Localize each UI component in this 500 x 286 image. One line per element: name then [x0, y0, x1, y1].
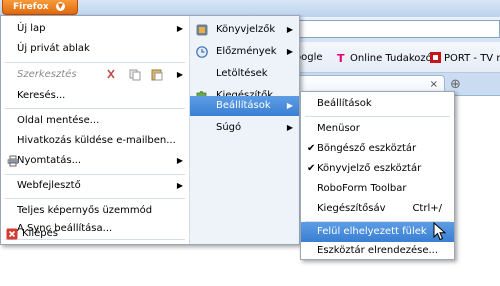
menu-item-label: Súgó — [216, 122, 242, 133]
menu-item-label: Könyvjelző eszköztár — [317, 163, 422, 174]
menu-item-email-link[interactable]: Hivatkozás küldése e-mailben... — [1, 131, 189, 151]
shortcut-label: Ctrl+/ — [412, 203, 442, 214]
menu-item-label: Letöltések — [216, 68, 268, 79]
bookmark-item[interactable]: PORT - TV mű — [430, 52, 500, 64]
checkmark-icon: ✔ — [307, 163, 316, 174]
menu-item-history[interactable]: Előzmények ▶ — [190, 42, 299, 62]
menu-item-label: Böngésző eszköztár — [317, 143, 417, 154]
submenu-item-menu-bar[interactable]: Menüsor — [301, 119, 454, 139]
submenu-item-add-on-bar[interactable]: Kiegészítősáv Ctrl+/ — [301, 199, 454, 219]
menu-item-label: Kilépés — [22, 228, 58, 239]
menu-item-label: Felül elhelyezett fülek — [317, 226, 427, 237]
main-menu-right-column: Könyvjelzők ▶ Előzmények ▶ Letöltések Ki… — [189, 16, 299, 244]
history-clock-icon — [196, 46, 208, 58]
menu-item-label: Eszköztár elrendezése... — [317, 245, 439, 256]
options-submenu: Beállítások Menüsor ✔ Böngésző eszköztár… — [300, 91, 455, 260]
chevron-down-icon: ▼ — [55, 2, 65, 11]
menu-item-help[interactable]: Súgó ▶ — [190, 118, 299, 138]
menu-item-print[interactable]: Nyomtatás... ▶ — [1, 151, 189, 171]
menu-item-label: Szerkesztés — [17, 69, 77, 80]
port-icon — [430, 52, 441, 63]
submenu-item-navigation-toolbar[interactable]: ✔ Böngésző eszköztár — [301, 139, 454, 159]
bookmarks-icon — [196, 24, 208, 36]
menu-item-label: Kiegészítősáv — [317, 203, 386, 214]
menu-item-bookmarks[interactable]: Könyvjelzők ▶ — [190, 20, 299, 40]
firefox-button-label: Firefox — [13, 2, 49, 12]
close-icon[interactable]: × — [430, 79, 438, 90]
copy-icon — [129, 69, 141, 81]
svg-text:T: T — [337, 52, 345, 63]
menu-item-label: Előzmények — [216, 46, 277, 57]
menu-item-label: Webfejlesztő — [17, 180, 81, 191]
menu-item-label: Nyomtatás... — [17, 155, 82, 166]
menu-item-label: Új lap — [17, 23, 46, 34]
menu-item-label: Menüsor — [317, 123, 360, 134]
submenu-arrow-icon: ▶ — [286, 123, 293, 132]
submenu-arrow-icon: ▶ — [286, 25, 293, 34]
menu-item-save-page[interactable]: Oldal mentése... — [1, 111, 189, 131]
menu-item-new-private-window[interactable]: Új privát ablak — [1, 39, 189, 59]
menu-separator — [305, 116, 450, 117]
menu-separator — [5, 174, 185, 175]
firefox-main-menu: Új lap ▶ Új privát ablak Szerkesztés ▶ K… — [0, 15, 300, 245]
printer-icon — [7, 155, 19, 167]
submenu-item-customize-toolbar[interactable]: Eszköztár elrendezése... — [301, 241, 454, 261]
bookmark-label: PORT - TV mű — [444, 53, 500, 64]
submenu-item-bookmarks-toolbar[interactable]: ✔ Könyvjelző eszköztár — [301, 159, 454, 179]
menu-item-label: Új privát ablak — [17, 43, 90, 54]
exit-icon — [6, 228, 18, 240]
submenu-arrow-icon: ▶ — [176, 24, 183, 33]
menu-item-full-screen[interactable]: Teljes képernyős üzemmód — [1, 201, 189, 221]
menu-item-label: Beállítások — [216, 100, 271, 111]
main-menu-left-column: Új lap ▶ Új privát ablak Szerkesztés ▶ K… — [1, 16, 189, 244]
submenu-item-tabs-on-top[interactable]: Felül elhelyezett fülek — [301, 222, 454, 242]
menu-separator — [5, 62, 185, 63]
menu-item-label: Könyvjelzők — [216, 24, 276, 35]
submenu-item-roboform-toolbar[interactable]: RoboForm Toolbar — [301, 179, 454, 199]
menu-item-exit[interactable]: Kilépés — [0, 224, 188, 244]
submenu-arrow-icon: ▶ — [286, 47, 293, 56]
t-mobile-icon: T — [337, 52, 345, 63]
menu-separator — [5, 108, 185, 109]
menu-item-downloads[interactable]: Letöltések — [190, 64, 299, 84]
mouse-pointer-icon — [433, 222, 447, 241]
menu-item-options[interactable]: Beállítások ▶ — [190, 96, 299, 116]
firefox-menu-button[interactable]: Firefox ▼ — [2, 0, 78, 15]
menu-item-label: RoboForm Toolbar — [317, 183, 407, 194]
submenu-item-options[interactable]: Beállítások — [301, 94, 454, 114]
bookmark-label: Online Tudakozó — [350, 53, 432, 64]
menu-item-label: Hivatkozás küldése e-mailben... — [17, 135, 176, 146]
menu-item-label: Beállítások — [317, 98, 372, 109]
menu-separator — [5, 198, 185, 199]
menu-item-find[interactable]: Keresés... — [1, 86, 189, 106]
checkmark-icon: ✔ — [307, 143, 316, 154]
bookmark-item[interactable]: T Online Tudakozó — [336, 52, 432, 64]
submenu-arrow-icon: ▶ — [176, 70, 183, 79]
menu-item-edit: Szerkesztés ▶ — [1, 65, 189, 85]
new-tab-button[interactable]: ⊕ — [450, 77, 461, 92]
menu-item-label: Oldal mentése... — [17, 115, 100, 126]
paste-icon — [151, 69, 163, 81]
menu-item-label: Teljes képernyős üzemmód — [17, 205, 153, 216]
menu-item-label: Keresés... — [17, 90, 66, 101]
submenu-arrow-icon: ▶ — [176, 181, 183, 190]
menu-item-new-tab[interactable]: Új lap ▶ — [1, 19, 189, 39]
submenu-arrow-icon: ▶ — [286, 101, 293, 110]
menu-item-web-developer[interactable]: Webfejlesztő ▶ — [1, 176, 189, 196]
cut-icon — [107, 69, 115, 79]
submenu-arrow-icon: ▶ — [176, 156, 183, 165]
